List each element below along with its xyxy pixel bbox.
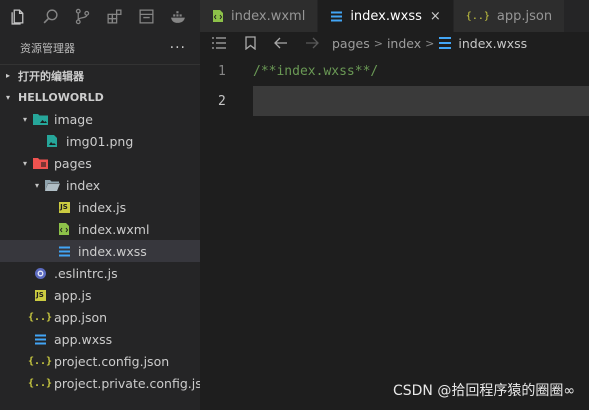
chevron-down-icon: ▾ — [22, 158, 27, 168]
line-number: 1 — [218, 63, 226, 79]
tree-item-label: project.config.json — [54, 353, 170, 369]
close-icon[interactable]: × — [430, 9, 441, 24]
activity-bar — [0, 0, 200, 32]
chevron-right-icon: ▸ — [6, 71, 11, 80]
tree-file-item[interactable]: {..} app.json — [0, 306, 200, 328]
pages-folder-icon — [32, 155, 48, 171]
file-tree: ▾ image img01.png ▾ pages ▾ index JS index.js ind… — [0, 108, 214, 394]
breadcrumb-separator: > — [425, 36, 435, 50]
code-line[interactable]: 1 /**index.wxss**/ — [200, 56, 589, 86]
folder-open-icon — [44, 177, 60, 193]
tree-file-item[interactable]: {..} project.private.config.js... — [0, 372, 214, 394]
breadcrumb-current[interactable]: index.wxss — [458, 36, 527, 51]
tree-file-item[interactable]: img01.png — [0, 130, 200, 152]
forward-arrow-icon[interactable] — [301, 34, 323, 52]
tree-item-label: app.js — [54, 287, 92, 303]
css-file-icon — [56, 243, 72, 259]
project-section[interactable]: ▾ HELLOWORLD — [0, 86, 200, 108]
tree-file-item[interactable]: JS app.js — [0, 284, 200, 306]
code-line-current[interactable]: 2 — [200, 86, 589, 116]
line-content[interactable] — [253, 86, 589, 116]
tree-file-item[interactable]: index.wxss — [0, 240, 200, 262]
json-file-icon: {..} — [27, 355, 53, 367]
css-file-icon — [438, 37, 452, 49]
open-editors-section[interactable]: ▸ 打开的编辑器 — [0, 64, 200, 86]
tab-bar: index.wxml index.wxss × {..} app.json — [200, 0, 589, 32]
json-file-icon: {..} — [27, 311, 53, 323]
tree-file-item[interactable]: index.wxml — [0, 218, 200, 240]
search-icon[interactable] — [38, 4, 62, 28]
tab-index-wxss[interactable]: index.wxss × — [318, 0, 454, 32]
tab-label: index.wxml — [231, 8, 306, 24]
breadcrumb-separator: > — [373, 36, 383, 50]
tab-label: index.wxss — [350, 8, 422, 24]
breadcrumb-part[interactable]: pages — [332, 36, 370, 51]
tree-item-label: app.wxss — [54, 331, 113, 347]
tree-item-label: pages — [54, 155, 92, 171]
chevron-down-icon: ▾ — [34, 180, 39, 190]
tree-file-item[interactable]: app.wxss — [0, 328, 200, 350]
source-control-icon[interactable] — [70, 4, 94, 28]
tree-file-item[interactable]: .eslintrc.js — [0, 262, 200, 284]
eslint-file-icon — [32, 265, 48, 281]
tree-item-label: index.wxss — [78, 243, 147, 259]
tree-item-label: .eslintrc.js — [54, 265, 118, 281]
sidebar: 资源管理器 ··· ▸ 打开的编辑器 ▾ HELLOWORLD ▾ image im… — [0, 0, 214, 410]
extensions-icon[interactable] — [102, 4, 126, 28]
tree-file-item[interactable]: {..} project.config.json — [0, 350, 200, 372]
tree-item-label: index.wxml — [78, 221, 150, 237]
tree-file-item[interactable]: JS index.js — [0, 196, 200, 218]
tab-index-wxml[interactable]: index.wxml — [200, 0, 319, 32]
files-icon[interactable] — [6, 4, 30, 28]
bookmark-icon[interactable] — [239, 34, 261, 52]
line-number: 2 — [218, 93, 226, 109]
tab-label: app.json — [496, 8, 553, 24]
chevron-down-icon: ▾ — [22, 114, 27, 124]
tree-item-label: index.js — [78, 199, 127, 215]
docker-icon[interactable] — [166, 4, 190, 28]
tree-folder-item[interactable]: ▾ pages — [0, 152, 200, 174]
js-file-icon: JS — [34, 289, 46, 301]
list-icon[interactable] — [208, 34, 230, 52]
tree-item-label: img01.png — [66, 133, 134, 149]
preview-icon[interactable] — [134, 4, 158, 28]
breadcrumb-part[interactable]: index — [387, 36, 421, 51]
tree-folder-item[interactable]: ▾ index — [0, 174, 200, 196]
breadcrumb: pages > index > index.wxss — [200, 32, 589, 54]
back-arrow-icon[interactable] — [270, 34, 292, 52]
tree-item-label: app.json — [54, 309, 108, 325]
css-file-icon — [330, 11, 343, 22]
tree-item-label: project.private.config.js... — [54, 375, 214, 391]
tree-item-label: image — [54, 111, 93, 127]
wxml-file-icon — [212, 9, 224, 23]
explorer-header: 资源管理器 ··· — [0, 32, 200, 64]
watermark: CSDN @拾回程序猿的圈圈∞ — [392, 383, 575, 399]
json-file-icon: {..} — [27, 377, 53, 389]
more-actions-icon[interactable]: ··· — [170, 40, 186, 56]
tree-item-label: index — [66, 177, 101, 193]
image-folder-icon — [32, 111, 48, 127]
chevron-down-icon: ▾ — [6, 92, 11, 102]
wxml-file-icon — [56, 221, 72, 237]
project-label: HELLOWORLD — [18, 90, 104, 104]
open-editors-label: 打开的编辑器 — [18, 69, 84, 83]
line-content[interactable]: /**index.wxss**/ — [253, 56, 589, 86]
explorer-title: 资源管理器 — [20, 42, 75, 55]
css-file-icon — [32, 331, 48, 347]
code-editor[interactable]: 1 /**index.wxss**/ 2 CSDN @拾回程序猿的圈圈∞ — [200, 54, 589, 410]
tree-folder-item[interactable]: ▾ image — [0, 108, 200, 130]
image-file-icon — [44, 133, 60, 149]
js-file-icon: JS — [58, 201, 70, 213]
json-file-icon: {..} — [465, 10, 490, 22]
tab-app-json[interactable]: {..} app.json — [453, 0, 566, 32]
